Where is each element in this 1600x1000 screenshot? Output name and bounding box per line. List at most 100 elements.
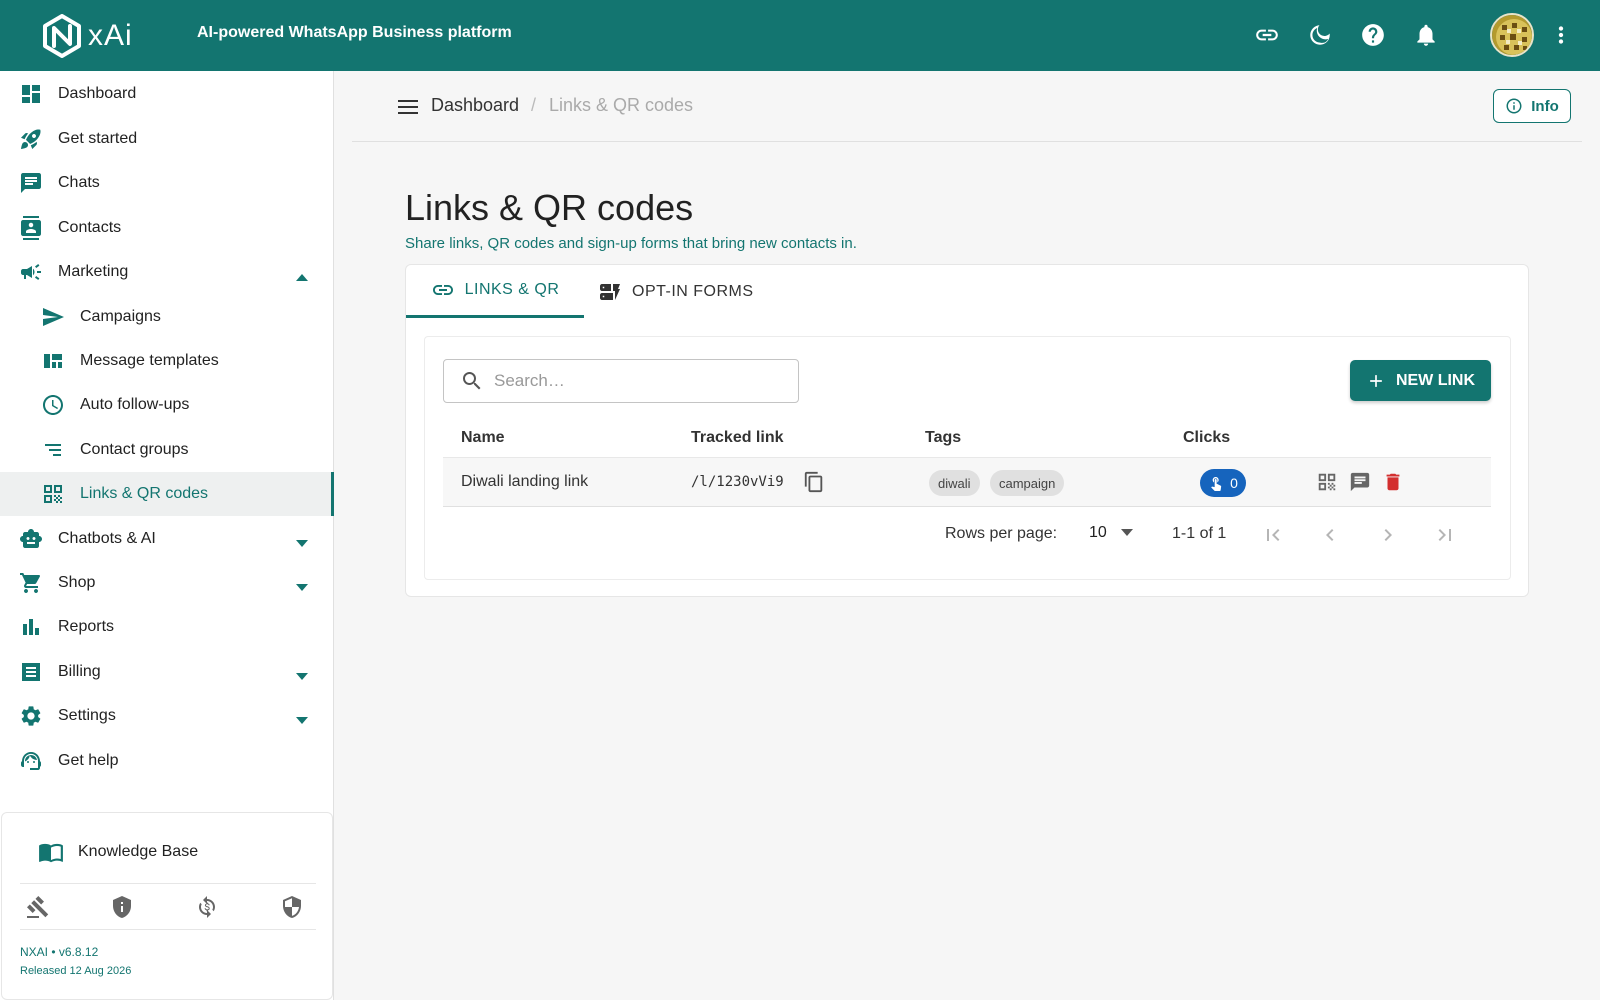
sidebar-item-label: Marketing (58, 263, 129, 280)
sidebar-item-label: Links & QR codes (80, 485, 209, 502)
cart-icon (19, 571, 43, 595)
page-title: Links & QR codes (405, 187, 694, 228)
moon-icon[interactable] (1307, 22, 1333, 48)
sidebar-item-label: Get started (58, 130, 138, 147)
plus-icon (1370, 374, 1382, 387)
breadcrumb-separator: / (531, 95, 537, 115)
megaphone-icon (19, 260, 43, 284)
knowledge-base-card: Knowledge Base NXAI • v6.8.12 Released 1… (1, 812, 333, 1000)
brand-name: xAi (88, 19, 133, 52)
sidebar-item-settings[interactable]: Settings (0, 694, 334, 738)
robot-icon (19, 527, 43, 551)
sidebar-item-contact-groups[interactable]: Contact groups (0, 428, 334, 472)
header-tagline: AI-powered WhatsApp Business platform (197, 24, 512, 41)
sidebar-item-shop[interactable]: Shop (0, 561, 334, 605)
link-icon (432, 285, 453, 295)
sidebar-item-label: Contacts (58, 219, 122, 236)
first-page-icon[interactable] (1261, 523, 1285, 547)
new-link-button[interactable]: NEW LINK (1350, 360, 1491, 401)
sidebar-item-chatbots-ai[interactable]: Chatbots & AI (0, 517, 334, 561)
column-header-tags[interactable]: Tags (925, 429, 961, 447)
delete-icon[interactable] (1382, 471, 1404, 493)
search-input[interactable] (494, 366, 784, 396)
bar-chart-icon (19, 615, 43, 639)
sidebar-item-label: Billing (58, 663, 101, 680)
list-icon (41, 438, 65, 462)
chevron-up-icon (296, 268, 308, 281)
chevron-down-icon (296, 535, 308, 547)
sidebar-item-label: Settings (58, 707, 116, 724)
brand-logo[interactable]: xAi (42, 14, 133, 58)
column-header-name[interactable]: Name (461, 429, 505, 447)
sidebar-item-reports[interactable]: Reports (0, 605, 334, 649)
receipt-icon (19, 660, 43, 684)
rows-per-page-label: Rows per page: (945, 525, 1058, 542)
security-icon[interactable] (280, 895, 304, 919)
shield-info-icon[interactable] (110, 895, 134, 919)
column-header-clicks[interactable]: Clicks (1183, 429, 1230, 447)
previous-page-icon[interactable] (1318, 523, 1342, 547)
book-icon (39, 843, 63, 863)
column-header-tracked-link[interactable]: Tracked link (691, 429, 784, 447)
sidebar-item-message-templates[interactable]: Message templates (0, 339, 334, 383)
links-card: LINKS & QR OPT-IN FORMS NEW LINK Name Tr… (405, 264, 1529, 597)
chevron-down-icon (1120, 529, 1133, 536)
sidebar-item-label: Shop (58, 574, 96, 591)
tab-label: LINKS & QR (464, 281, 560, 298)
sidebar-item-label: Message templates (80, 352, 219, 369)
qr-code-icon[interactable] (1316, 471, 1338, 493)
sidebar-item-marketing[interactable]: Marketing (0, 250, 334, 294)
contacts-icon (19, 216, 43, 240)
top-app-bar: xAi AI-powered WhatsApp Business platfor… (0, 0, 1600, 71)
dynamic-form-icon (600, 283, 620, 300)
tag-chip[interactable]: diwali (929, 470, 980, 496)
copy-icon[interactable] (803, 471, 825, 493)
divider (20, 929, 316, 930)
tab-opt-in-forms[interactable]: OPT-IN FORMS (598, 265, 754, 318)
chevron-down-icon (296, 712, 308, 724)
next-page-icon[interactable] (1376, 523, 1400, 547)
sidebar-item-contacts[interactable]: Contacts (0, 206, 334, 250)
sidebar-item-billing[interactable]: Billing (0, 650, 334, 694)
more-vert-icon[interactable] (1548, 22, 1574, 48)
message-icon[interactable] (1349, 471, 1371, 493)
clicks-count: 0 (1230, 475, 1238, 491)
link-icon[interactable] (1254, 22, 1280, 48)
clock-icon (41, 393, 65, 417)
last-page-icon[interactable] (1433, 523, 1457, 547)
gavel-icon[interactable] (26, 895, 50, 919)
help-icon[interactable] (1360, 22, 1386, 48)
sidebar-item-label: Contact groups (80, 441, 189, 458)
sidebar-item-get-help[interactable]: Get help (0, 739, 334, 783)
search-field[interactable] (443, 359, 799, 403)
gear-icon (19, 704, 43, 728)
breadcrumb-bar: Dashboard / Links & QR codes Info (352, 71, 1582, 142)
chat-icon (19, 171, 43, 195)
rows-per-page-select[interactable]: 10 (1089, 524, 1133, 542)
info-button-label: Info (1531, 97, 1559, 115)
sidebar-item-campaigns[interactable]: Campaigns (0, 295, 334, 339)
sidebar-item-get-started[interactable]: Get started (0, 117, 334, 161)
sidebar: Dashboard Get started Chats Contacts Mar… (0, 71, 334, 1000)
menu-icon[interactable] (396, 96, 420, 118)
table-row[interactable]: Diwali landing link /l/1230vVi9 diwali c… (443, 457, 1491, 507)
knowledge-base-link[interactable]: Knowledge Base (38, 839, 198, 865)
breadcrumb-home[interactable]: Dashboard (431, 95, 519, 116)
sidebar-item-dashboard[interactable]: Dashboard (0, 72, 334, 116)
avatar[interactable] (1490, 13, 1534, 57)
sidebar-item-auto-follow-ups[interactable]: Auto follow-ups (0, 383, 334, 427)
tag-chip[interactable]: campaign (990, 470, 1065, 496)
currency-sync-icon[interactable] (195, 895, 219, 919)
release-date: Released 12 Aug 2026 (20, 965, 132, 977)
page-subtitle: Share links, QR codes and sign-up forms … (405, 235, 857, 252)
bell-icon[interactable] (1413, 22, 1439, 48)
logo-mark-icon (43, 14, 81, 58)
rocket-icon (19, 127, 43, 151)
tab-links-qr[interactable]: LINKS & QR (406, 265, 584, 318)
sidebar-item-links-qr[interactable]: Links & QR codes (0, 472, 334, 516)
info-button[interactable]: Info (1493, 89, 1571, 123)
clicks-badge[interactable]: 0 (1200, 469, 1246, 497)
sidebar-item-chats[interactable]: Chats (0, 161, 334, 205)
rows-per-page-value: 10 (1089, 524, 1107, 541)
main-content: Dashboard / Links & QR codes Info Links … (334, 71, 1600, 1000)
